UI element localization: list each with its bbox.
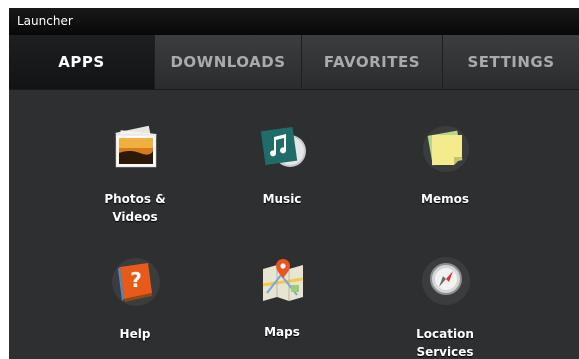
location-services-icon — [420, 255, 472, 307]
tab-favorites[interactable]: FAVORITES — [301, 35, 442, 89]
photos-videos-icon — [110, 123, 162, 175]
launcher-window: Launcher APPS DOWNLOADS FAVORITES SETTIN… — [9, 8, 579, 359]
app-label: Photos & Videos — [104, 192, 166, 224]
app-label: Music — [262, 192, 302, 206]
app-help[interactable]: ? Help — [65, 255, 205, 345]
app-location-services[interactable]: Location Services — [375, 255, 515, 359]
tab-downloads[interactable]: DOWNLOADS — [154, 35, 301, 89]
memos-icon — [420, 123, 472, 175]
app-photos-videos[interactable]: Photos & Videos — [65, 123, 205, 228]
app-memos[interactable]: Memos — [375, 123, 515, 213]
app-label: Location Services — [416, 327, 474, 359]
app-music[interactable]: Music — [212, 123, 352, 213]
app-label: Maps — [264, 325, 300, 339]
tab-bar: APPS DOWNLOADS FAVORITES SETTINGS — [9, 35, 579, 90]
help-icon: ? — [110, 255, 162, 307]
question-glyph: ? — [130, 268, 142, 292]
app-label: Memos — [421, 192, 469, 206]
window-title: Launcher — [9, 8, 579, 35]
app-label: Help — [119, 327, 151, 341]
tab-apps[interactable]: APPS — [9, 35, 154, 89]
maps-icon — [257, 255, 309, 307]
tab-settings[interactable]: SETTINGS — [442, 35, 579, 89]
app-maps[interactable]: Maps — [212, 255, 352, 345]
music-icon — [257, 123, 309, 175]
